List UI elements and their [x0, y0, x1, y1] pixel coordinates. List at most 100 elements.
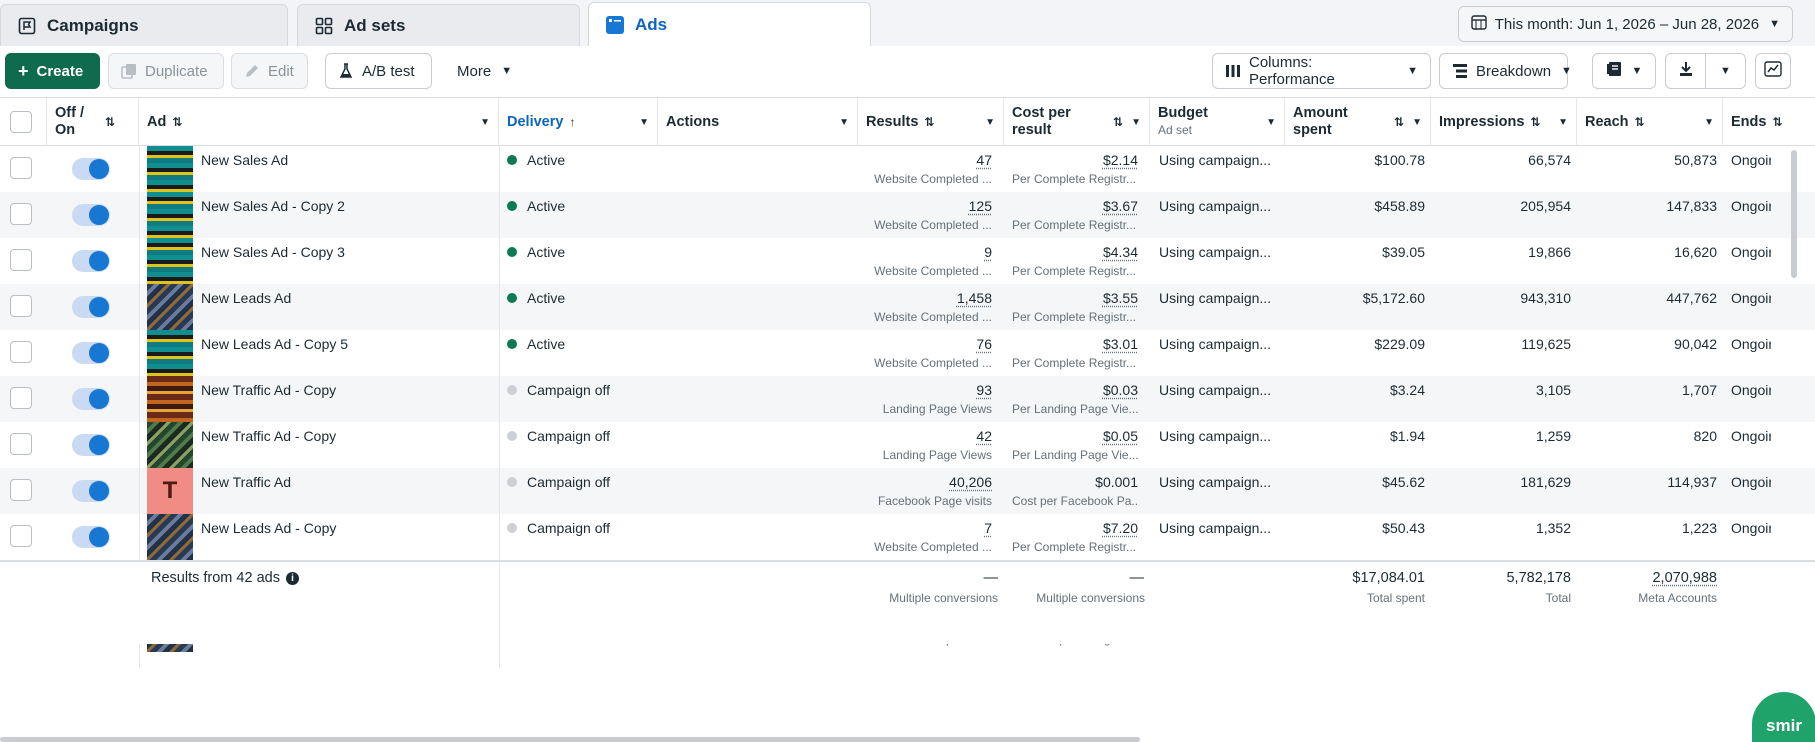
horizontal-scrollbar[interactable] [0, 737, 1140, 742]
row-checkbox[interactable] [10, 525, 32, 547]
results-value[interactable]: 47 [880, 152, 992, 168]
header-on-off[interactable]: Off / On ⇅ [47, 98, 139, 146]
ad-name[interactable]: New Sales Ad [201, 152, 288, 168]
header-cost-per-result[interactable]: Cost per result ⇅ ▼ [1004, 98, 1150, 146]
export-button[interactable] [1665, 53, 1706, 89]
on-off-toggle[interactable] [72, 480, 110, 502]
cost-per-result-value[interactable]: $2.14 [1026, 152, 1138, 168]
chevron-down-icon: ▼ [501, 65, 512, 77]
ad-name[interactable]: New Sales Ad - Copy 2 [201, 198, 345, 214]
table-row[interactable]: New Traffic Ad - Copy Campaign off 42 La… [0, 422, 1815, 468]
cost-per-result-value[interactable]: $0.05 [1026, 428, 1138, 444]
flask-icon [338, 63, 354, 79]
table-row[interactable]: New Leads Ad - Copy Campaign off 7 Websi… [0, 514, 1815, 560]
on-off-toggle[interactable] [72, 158, 110, 180]
results-value[interactable]: 1,458 [880, 290, 992, 306]
tab-ads[interactable]: Ads [588, 2, 871, 46]
tab-ad-sets[interactable]: Ad sets [297, 4, 580, 46]
chevron-down-icon: ▼ [839, 117, 849, 128]
table-row[interactable]: T New Traffic Ad Campaign off 40,206 Fac… [0, 468, 1815, 514]
columns-button[interactable]: Columns: Performance ▼ [1212, 53, 1431, 89]
results-value[interactable]: 76 [880, 336, 992, 352]
on-off-toggle[interactable] [72, 204, 110, 226]
row-checkbox[interactable] [10, 157, 32, 179]
reports-button[interactable]: ▼ [1592, 53, 1656, 89]
ends-value: Ongoing [1731, 382, 1771, 398]
row-checkbox[interactable] [10, 479, 32, 501]
amount-spent-value: $5,172.60 [1300, 290, 1425, 306]
cost-per-result-value[interactable]: $3.67 [1026, 198, 1138, 214]
results-value[interactable]: 9 [880, 244, 992, 260]
on-off-toggle[interactable] [72, 434, 110, 456]
calendar-icon [1471, 14, 1487, 34]
on-off-toggle[interactable] [72, 250, 110, 272]
table-row[interactable]: New Traffic Ad - Copy Campaign off 93 La… [0, 376, 1815, 422]
header-ad[interactable]: Ad ⇅ ▼ [139, 98, 499, 146]
header-reach[interactable]: Reach ⇅ ▼ [1577, 98, 1723, 146]
table-row[interactable]: New Sales Ad Active 47 Website Completed… [0, 146, 1815, 192]
cost-per-result-value[interactable]: $0.03 [1026, 382, 1138, 398]
create-button[interactable]: + Create [5, 53, 100, 89]
table-row[interactable]: New Leads Ad - Copy 5 Active 76 Website … [0, 330, 1815, 376]
chevron-down-icon: ▼ [1412, 117, 1422, 128]
breakdown-button[interactable]: Breakdown ▼ [1439, 53, 1568, 89]
results-value[interactable]: 7 [880, 520, 992, 536]
info-icon[interactable]: i [286, 572, 299, 585]
export-dropdown-button[interactable]: ▼ [1705, 53, 1746, 89]
ad-name[interactable]: New Traffic Ad - Copy [201, 382, 336, 398]
ab-test-button[interactable]: A/B test [325, 53, 432, 89]
cost-per-result-value[interactable]: $4.34 [1026, 244, 1138, 260]
more-button[interactable]: More ▼ [444, 53, 534, 89]
results-value[interactable]: 125 [880, 198, 992, 214]
ad-name[interactable]: New Traffic Ad - Copy [201, 428, 336, 444]
header-ends[interactable]: Ends ⇅ [1723, 98, 1815, 146]
tab-campaigns[interactable]: Campaigns [0, 4, 288, 46]
header-results[interactable]: Results ⇅ ▼ [858, 98, 1004, 146]
floating-chat-badge[interactable]: smir [1752, 692, 1815, 742]
status-dot-icon [507, 431, 517, 441]
header-delivery[interactable]: Delivery ↑ ▼ [499, 98, 658, 146]
header-budget[interactable]: Budget Ad set ▼ [1150, 98, 1285, 146]
table-row[interactable]: New Sales Ad - Copy 3 Active 9 Website C… [0, 238, 1815, 284]
ad-name[interactable]: New Leads Ad [201, 290, 291, 306]
cost-per-result-value[interactable]: $0.001 [1026, 474, 1138, 490]
results-value[interactable]: 42 [880, 428, 992, 444]
results-value[interactable]: 40,206 [880, 474, 992, 490]
row-checkbox[interactable] [10, 295, 32, 317]
cost-per-result-value[interactable]: $7.20 [1026, 520, 1138, 536]
row-checkbox[interactable] [10, 341, 32, 363]
delivery-status: Active [507, 244, 565, 260]
row-checkbox[interactable] [10, 203, 32, 225]
on-off-toggle[interactable] [72, 388, 110, 410]
cost-per-result-value[interactable]: $3.55 [1026, 290, 1138, 306]
summary-label: Results from 42 ads i [151, 570, 299, 586]
toggle-knob [89, 389, 109, 409]
row-checkbox[interactable] [10, 249, 32, 271]
edit-button[interactable]: Edit [231, 53, 308, 89]
on-off-toggle[interactable] [72, 296, 110, 318]
row-checkbox[interactable] [10, 433, 32, 455]
header-actions[interactable]: Actions ▼ [658, 98, 858, 146]
select-all-checkbox[interactable] [10, 111, 32, 133]
table-row[interactable]: New Sales Ad - Copy 2 Active 125 Website… [0, 192, 1815, 238]
table-row[interactable]: New Leads Ad Active 1,458 Website Comple… [0, 284, 1815, 330]
header-impressions[interactable]: Impressions ⇅ ▼ [1431, 98, 1577, 146]
results-value[interactable]: 93 [880, 382, 992, 398]
duplicate-button[interactable]: Duplicate [108, 53, 224, 89]
cost-per-result-type: Per Landing Page Vie... [1012, 402, 1138, 416]
sort-icon: ⇅ [105, 115, 115, 129]
ad-name[interactable]: New Sales Ad - Copy 3 [201, 244, 345, 260]
header-amount-spent[interactable]: Amount spent ⇅ ▼ [1285, 98, 1431, 146]
ad-name[interactable]: New Leads Ad - Copy 5 [201, 336, 348, 352]
on-off-toggle[interactable] [72, 342, 110, 364]
summary-reach[interactable]: 2,070,988 [1592, 570, 1717, 586]
cost-per-result-value[interactable]: $3.01 [1026, 336, 1138, 352]
tab-label: Ad sets [344, 16, 405, 36]
ad-name[interactable]: New Leads Ad - Copy [201, 520, 336, 536]
on-off-toggle[interactable] [72, 526, 110, 548]
ad-name[interactable]: New Traffic Ad [201, 474, 291, 490]
date-range-picker[interactable]: This month: Jun 1, 2026 – Jun 28, 2026 ▼ [1458, 6, 1793, 42]
vertical-scrollbar[interactable] [1791, 150, 1797, 278]
row-checkbox[interactable] [10, 387, 32, 409]
charts-button[interactable] [1755, 53, 1791, 89]
